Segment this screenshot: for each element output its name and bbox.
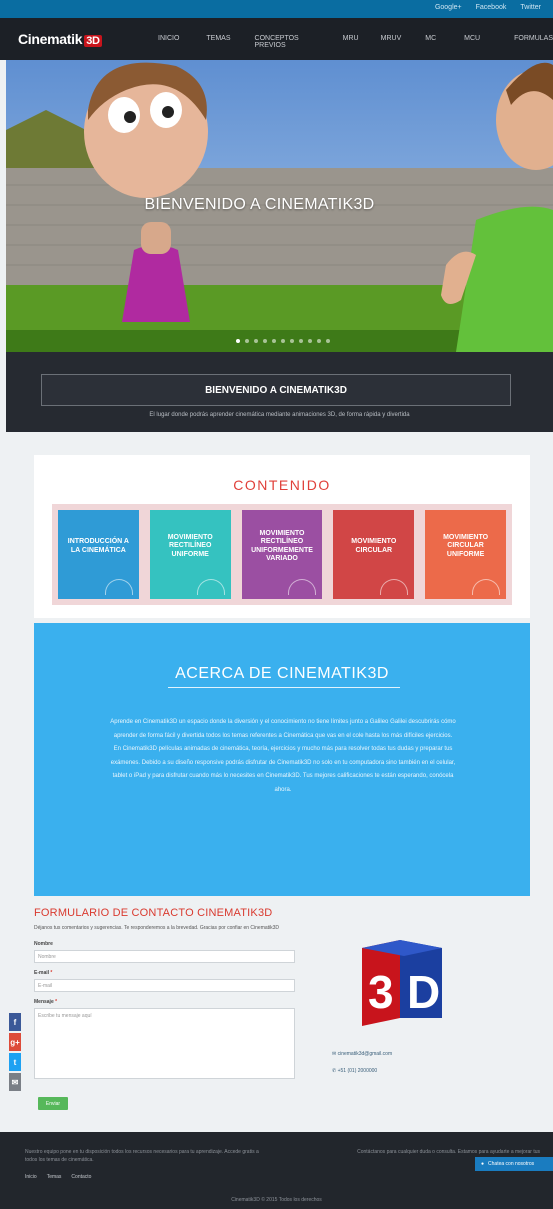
- footer-link-inicio[interactable]: Inicio: [25, 1174, 37, 1180]
- hero-slider[interactable]: BIENVENIDO A CINEMATIK3D: [6, 60, 553, 352]
- email-input[interactable]: E-mail: [34, 979, 295, 992]
- nav-item-mru[interactable]: MRU: [343, 35, 359, 49]
- title-underline: [168, 687, 400, 688]
- footer-links: Inicio Temas Contacto: [25, 1174, 91, 1180]
- slider-dot[interactable]: [263, 339, 267, 343]
- acerca-title: ACERCA DE CINEMATIK3D: [175, 665, 389, 682]
- contenido-title: CONTENIDO: [233, 477, 331, 493]
- contact-phone: ✆ +51 (01) 2000000: [332, 1068, 378, 1074]
- nav-item-temas[interactable]: TEMAS: [206, 35, 230, 49]
- topbar-link-twitter[interactable]: Twitter: [520, 4, 541, 11]
- hero-title: BIENVENIDO A CINEMATIK3D: [144, 196, 375, 213]
- topic-card-mruv[interactable]: MOVIMIENTO RECTILÍNEO UNIFORMEMENTE VARI…: [241, 510, 323, 599]
- email-label: E-mail *: [34, 970, 53, 976]
- email-icon[interactable]: ✉: [9, 1073, 21, 1091]
- topic-card-label: INTRODUCCIÓN A LA CINEMÁTICA: [67, 538, 129, 554]
- slider-dots: [236, 339, 330, 343]
- slider-dot[interactable]: [290, 339, 294, 343]
- contact-email[interactable]: ✉ cinematik3d@gmail.com: [332, 1051, 392, 1057]
- topic-card-introduccion[interactable]: INTRODUCCIÓN A LA CINEMÁTICA: [58, 510, 139, 599]
- facebook-icon[interactable]: f: [9, 1013, 21, 1031]
- twitter-icon[interactable]: t: [9, 1053, 21, 1071]
- topic-card-label: MOVIMIENTO RECTILÍNEO UNIFORMEMENTE VARI…: [251, 530, 313, 562]
- svg-text:3: 3: [368, 966, 394, 1018]
- contact-form-subtitle: Déjanos tus comentarios y sugerencias. T…: [34, 925, 280, 931]
- message-textarea[interactable]: Escribe tu mensaje aquí: [34, 1008, 295, 1079]
- topic-card-label: MOVIMIENTO RECTILÍNEO UNIFORME: [167, 534, 213, 558]
- logo-text: Cinematik: [18, 31, 83, 47]
- chat-icon: ●: [481, 1161, 485, 1167]
- topbar-link-facebook[interactable]: Facebook: [476, 4, 507, 11]
- slider-dot[interactable]: [272, 339, 276, 343]
- welcome-subtitle: El lugar donde podrás aprender cinemátic…: [149, 412, 410, 418]
- slider-dot[interactable]: [254, 339, 258, 343]
- slider-dot[interactable]: [326, 339, 330, 343]
- site-footer: Nuestro equipo pone en tu disposición to…: [0, 1132, 553, 1209]
- top-utility-bar: Google+ Facebook Twitter: [0, 0, 553, 18]
- nav-item-formulas[interactable]: FORMULAS: [514, 35, 553, 49]
- nav-menu: INICIO TEMAS CONCEPTOS PREVIOS MRU MRUV …: [158, 35, 553, 49]
- nav-item-mc[interactable]: MC: [425, 35, 436, 49]
- googleplus-icon[interactable]: g+: [9, 1033, 21, 1051]
- slider-dot[interactable]: [245, 339, 249, 343]
- acerca-section: ACERCA DE CINEMATIK3D Aprende en Cinemat…: [34, 623, 530, 896]
- main-navbar: Cinematik 3D INICIO TEMAS CONCEPTOS PREVI…: [0, 18, 553, 60]
- slider-dot[interactable]: [281, 339, 285, 343]
- chat-button[interactable]: ● Chatea con nosotros: [475, 1157, 553, 1171]
- cloud-icon: [104, 579, 133, 595]
- welcome-title: BIENVENIDO A CINEMATIK3D: [41, 374, 511, 406]
- slider-dot[interactable]: [317, 339, 321, 343]
- name-label: Nombre: [34, 941, 53, 947]
- topbar-link-googleplus[interactable]: Google+: [435, 4, 462, 11]
- topic-card-mru[interactable]: MOVIMIENTO RECTILÍNEO UNIFORME: [149, 510, 231, 599]
- cinematik3d-logo: 3 D: [362, 940, 442, 1026]
- topic-card-mc[interactable]: MOVIMIENTO CIRCULAR: [333, 510, 415, 599]
- logo-badge: 3D: [84, 35, 102, 47]
- message-label: Mensaje *: [34, 999, 58, 1005]
- footer-link-temas[interactable]: Temas: [47, 1174, 62, 1180]
- slider-dot[interactable]: [299, 339, 303, 343]
- footer-left-text: Nuestro equipo pone en tu disposición to…: [25, 1149, 259, 1163]
- contact-form-title: FORMULARIO DE CONTACTO CINEMATIK3D: [34, 907, 273, 919]
- topic-card-label: MOVIMIENTO CIRCULAR: [351, 538, 397, 554]
- topic-card-label: MOVIMIENTO CIRCULAR UNIFORME: [443, 534, 489, 558]
- slider-dot[interactable]: [308, 339, 312, 343]
- send-button[interactable]: Enviar: [38, 1097, 68, 1110]
- sun-icon: [471, 579, 500, 595]
- cloud-icon: [288, 579, 317, 595]
- nav-item-inicio[interactable]: INICIO: [158, 35, 179, 49]
- chat-label: Chatea con nosotros: [488, 1161, 535, 1167]
- nav-item-conceptos-previos[interactable]: CONCEPTOS PREVIOS: [255, 35, 315, 49]
- site-logo[interactable]: Cinematik 3D: [18, 31, 102, 47]
- footer-copyright: Cinematik3D © 2015 Todos los derechos: [231, 1197, 322, 1203]
- sun-icon: [196, 579, 225, 595]
- nav-item-mcu[interactable]: MCU: [464, 35, 480, 49]
- contenido-section: CONTENIDO INTRODUCCIÓN A LA CINEMÁTICA M…: [34, 455, 530, 618]
- slider-dot[interactable]: [236, 339, 240, 343]
- sun-icon: [380, 579, 409, 595]
- footer-link-contacto[interactable]: Contacto: [71, 1174, 91, 1180]
- acerca-body: Aprende en Cinematik3D un espacio donde …: [110, 719, 456, 793]
- nav-item-mruv[interactable]: MRUV: [381, 35, 402, 49]
- svg-text:D: D: [407, 966, 440, 1018]
- topic-card-mcu[interactable]: MOVIMIENTO CIRCULAR UNIFORME: [425, 510, 506, 599]
- welcome-section: BIENVENIDO A CINEMATIK3D El lugar donde …: [6, 352, 553, 432]
- topic-cards: INTRODUCCIÓN A LA CINEMÁTICA MOVIMIENTO …: [52, 504, 512, 605]
- name-input[interactable]: Nombre: [34, 950, 295, 963]
